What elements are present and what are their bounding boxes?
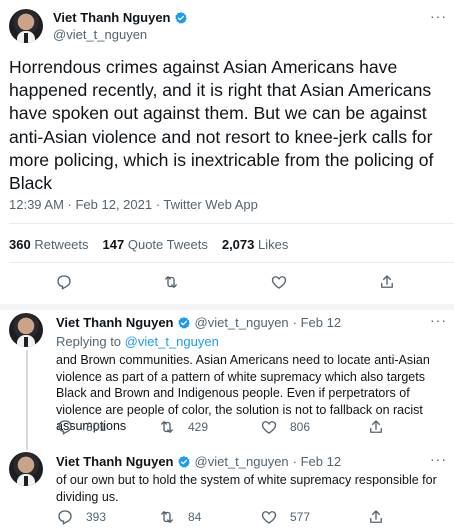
- reply-count: 801: [86, 420, 107, 434]
- replying-to-link[interactable]: @viet_t_nguyen: [125, 334, 219, 349]
- tweet-actions: [0, 273, 454, 297]
- heart-icon: [260, 418, 278, 436]
- reply-header: Viet Thanh Nguyen @viet_t_nguyen · Feb 1…: [56, 454, 341, 469]
- author-name-row[interactable]: Viet Thanh Nguyen: [53, 10, 188, 25]
- retweet-button[interactable]: 84: [158, 508, 201, 526]
- tweet-text: Horrendous crimes against Asian American…: [9, 57, 434, 194]
- retweet-icon: [158, 418, 176, 436]
- retweets-stat[interactable]: 360 Retweets: [9, 237, 89, 252]
- avatar[interactable]: [9, 9, 43, 43]
- section-divider: [0, 304, 454, 310]
- quotes-stat[interactable]: 147 Quote Tweets: [103, 237, 208, 252]
- replying-to: Replying to @viet_t_nguyen: [56, 334, 219, 349]
- more-icon[interactable]: ···: [430, 312, 447, 328]
- like-count: 806: [290, 420, 311, 434]
- thread-line: [26, 350, 28, 450]
- reply-date[interactable]: · Feb 12: [293, 454, 341, 469]
- reply-text: of our own but to hold the system of whi…: [56, 473, 437, 504]
- likes-count: 2,073: [221, 237, 255, 252]
- like-button[interactable]: [270, 273, 288, 291]
- share-icon: [367, 508, 385, 526]
- author-handle[interactable]: @viet_t_nguyen: [195, 315, 289, 330]
- share-icon: [378, 273, 396, 291]
- more-icon[interactable]: ···: [430, 451, 447, 467]
- retweet-button[interactable]: [162, 273, 180, 291]
- author-name[interactable]: Viet Thanh Nguyen: [56, 454, 174, 469]
- retweet-icon: [162, 273, 180, 291]
- retweet-icon: [158, 508, 176, 526]
- reply-date[interactable]: · Feb 12: [293, 315, 341, 330]
- reply-button[interactable]: 801: [56, 418, 106, 436]
- reply-icon: [55, 273, 73, 291]
- replying-prefix: Replying to: [56, 334, 122, 349]
- share-button[interactable]: [367, 418, 385, 436]
- reply-button[interactable]: 393: [56, 508, 106, 526]
- divider: [9, 262, 454, 263]
- like-button[interactable]: 806: [260, 418, 310, 436]
- heart-icon: [260, 508, 278, 526]
- share-icon: [367, 418, 385, 436]
- tweet-timestamp[interactable]: 12:39 AM · Feb 12, 2021 · Twitter Web Ap…: [9, 197, 258, 212]
- reply-header: Viet Thanh Nguyen @viet_t_nguyen · Feb 1…: [56, 315, 341, 330]
- reply-icon: [56, 508, 74, 526]
- avatar[interactable]: [9, 313, 43, 347]
- retweet-button[interactable]: 429: [158, 418, 208, 436]
- quotes-label: Quote Tweets: [127, 237, 208, 252]
- reply-button[interactable]: [55, 273, 73, 291]
- share-button[interactable]: [367, 508, 385, 526]
- author-name[interactable]: Viet Thanh Nguyen: [53, 10, 171, 25]
- divider: [9, 223, 454, 224]
- author-name[interactable]: Viet Thanh Nguyen: [56, 315, 174, 330]
- like-count: 577: [290, 510, 311, 524]
- reply-icon: [56, 418, 74, 436]
- share-button[interactable]: [378, 273, 396, 291]
- tweet-stats: 360 Retweets 147 Quote Tweets 2,073 Like…: [9, 237, 288, 252]
- likes-label: Likes: [258, 237, 289, 252]
- like-button[interactable]: 577: [260, 508, 310, 526]
- verified-badge-icon: [174, 11, 188, 25]
- quotes-count: 147: [102, 237, 125, 252]
- heart-icon: [270, 273, 288, 291]
- retweets-count: 360: [9, 237, 31, 252]
- verified-badge-icon: [177, 455, 191, 469]
- reply-text: and Brown communities. Asian Americans n…: [56, 353, 430, 433]
- author-handle[interactable]: @viet_t_nguyen: [53, 27, 147, 42]
- retweets-label: Retweets: [34, 237, 89, 252]
- reply-count: 393: [86, 510, 107, 524]
- more-icon[interactable]: ···: [430, 8, 447, 24]
- verified-badge-icon: [177, 316, 191, 330]
- retweet-count: 84: [188, 510, 202, 524]
- likes-stat[interactable]: 2,073 Likes: [222, 237, 289, 252]
- author-handle[interactable]: @viet_t_nguyen: [195, 454, 289, 469]
- avatar[interactable]: [9, 452, 43, 486]
- retweet-count: 429: [188, 420, 209, 434]
